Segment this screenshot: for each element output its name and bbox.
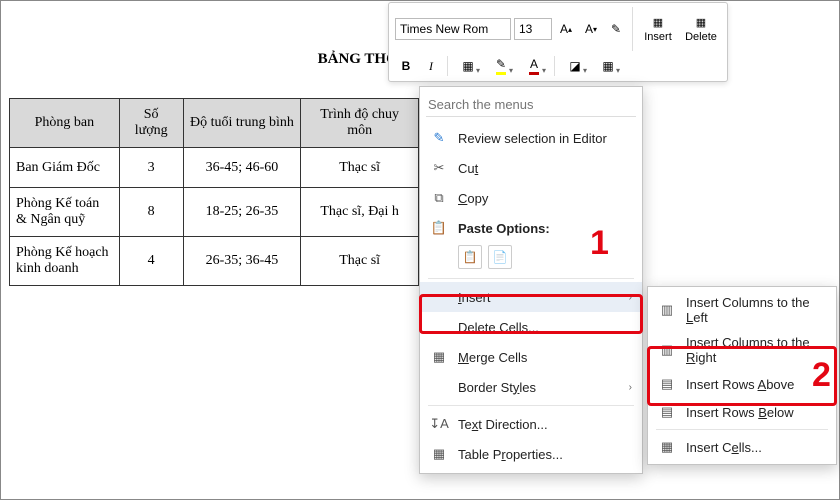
- submenu-insert-cols-left[interactable]: ▥ Insert Columns to the Left: [648, 290, 836, 330]
- delete-label: Delete: [685, 31, 717, 43]
- border-button[interactable]: ▦: [453, 55, 483, 77]
- menu-merge-cells[interactable]: ▦ Merge Cells: [420, 342, 642, 372]
- delete-table-icon: ▦: [696, 16, 706, 29]
- bold-button[interactable]: B: [395, 55, 417, 77]
- insert-label: Insert: [644, 31, 672, 43]
- insert-rows-above-icon: ▤: [658, 375, 676, 393]
- table-cell[interactable]: 3: [119, 148, 183, 188]
- mini-toolbar: A▴ A▾ ✎ ▦ Insert ▦ Delete B I ▦ ✎ A ◪ ▦: [388, 2, 728, 82]
- text-direction-icon: ↧A: [430, 415, 448, 433]
- submenu-insert-cells[interactable]: ▦ Insert Cells...: [648, 433, 836, 461]
- menu-insert[interactable]: Insert ›: [420, 282, 642, 312]
- insert-rows-below-icon: ▤: [658, 403, 676, 421]
- table-cell[interactable]: Thạc sĩ: [301, 148, 419, 188]
- scissors-icon: ✂: [430, 159, 448, 177]
- format-painter-icon[interactable]: ✎: [605, 18, 627, 40]
- italic-button[interactable]: I: [420, 55, 442, 77]
- data-table[interactable]: Phòng ban Số lượng Độ tuổi trung bình Tr…: [9, 98, 419, 286]
- table-cell[interactable]: 18-25; 26-35: [183, 188, 301, 237]
- insert-table-button[interactable]: ▦ Insert: [638, 7, 678, 51]
- table-cell[interactable]: 36-45; 46-60: [183, 148, 301, 188]
- table-cell[interactable]: Ban Giám Đốc: [10, 148, 120, 188]
- merge-cells-icon: ▦: [430, 348, 448, 366]
- font-color-button[interactable]: A: [519, 55, 549, 77]
- table-properties-icon: ▦: [430, 445, 448, 463]
- submenu-insert-rows-above[interactable]: ▤ Insert Rows Above: [648, 370, 836, 398]
- highlight-button[interactable]: ✎: [486, 55, 516, 77]
- menu-table-properties[interactable]: ▦ Table Properties...: [420, 439, 642, 469]
- shading-button[interactable]: ◪: [560, 55, 590, 77]
- menu-text-direction[interactable]: ↧A Text Direction...: [420, 409, 642, 439]
- menu-search-input[interactable]: [426, 93, 636, 117]
- context-menu: ✎ Review selection in Editor ✂ Cut ⧉ Cop…: [419, 86, 643, 474]
- col-header[interactable]: Phòng ban: [10, 99, 120, 148]
- insert-cols-left-icon: ▥: [658, 301, 676, 319]
- table-cell[interactable]: 8: [119, 188, 183, 237]
- delete-table-button[interactable]: ▦ Delete: [681, 7, 721, 51]
- submenu-insert-cols-right[interactable]: ▥ Insert Columns to the Right: [648, 330, 836, 370]
- table-cell[interactable]: Thạc sĩ: [301, 237, 419, 286]
- table-cell[interactable]: Phòng Kế toán & Ngân quỹ: [10, 188, 120, 237]
- table-cell[interactable]: Thạc sĩ, Đại h: [301, 188, 419, 237]
- callout-number-2: 2: [812, 356, 831, 395]
- col-header[interactable]: Số lượng: [119, 99, 183, 148]
- insert-submenu: ▥ Insert Columns to the Left ▥ Insert Co…: [647, 286, 837, 465]
- paste-keep-source-icon[interactable]: 📋: [458, 245, 482, 269]
- table-cell[interactable]: 26-35; 36-45: [183, 237, 301, 286]
- submenu-insert-rows-below[interactable]: ▤ Insert Rows Below: [648, 398, 836, 426]
- pen-icon: ✎: [430, 129, 448, 147]
- col-header[interactable]: Trình độ chuy môn: [301, 99, 419, 148]
- table-cell[interactable]: Phòng Kế hoạch kinh doanh: [10, 237, 120, 286]
- menu-review-editor[interactable]: ✎ Review selection in Editor: [420, 123, 642, 153]
- font-family-combo[interactable]: [395, 18, 511, 40]
- decrease-font-icon[interactable]: A▾: [580, 18, 602, 40]
- copy-icon: ⧉: [430, 189, 448, 207]
- font-size-combo[interactable]: [514, 18, 552, 40]
- paste-merge-icon[interactable]: 📄: [488, 245, 512, 269]
- menu-delete-cells[interactable]: Delete Cells...: [420, 312, 642, 342]
- increase-font-icon[interactable]: A▴: [555, 18, 577, 40]
- table-styles-button[interactable]: ▦: [593, 55, 623, 77]
- insert-cells-icon: ▦: [658, 438, 676, 456]
- insert-table-icon: ▦: [653, 16, 663, 29]
- insert-cols-right-icon: ▥: [658, 341, 676, 359]
- chevron-right-icon: ›: [629, 382, 632, 393]
- menu-border-styles[interactable]: Border Styles ›: [420, 372, 642, 402]
- callout-number-1: 1: [590, 224, 609, 263]
- table-cell[interactable]: 4: [119, 237, 183, 286]
- clipboard-icon: 📋: [430, 219, 448, 237]
- chevron-right-icon: ›: [629, 292, 632, 303]
- menu-copy[interactable]: ⧉ Copy: [420, 183, 642, 213]
- menu-cut[interactable]: ✂ Cut: [420, 153, 642, 183]
- col-header[interactable]: Độ tuổi trung bình: [183, 99, 301, 148]
